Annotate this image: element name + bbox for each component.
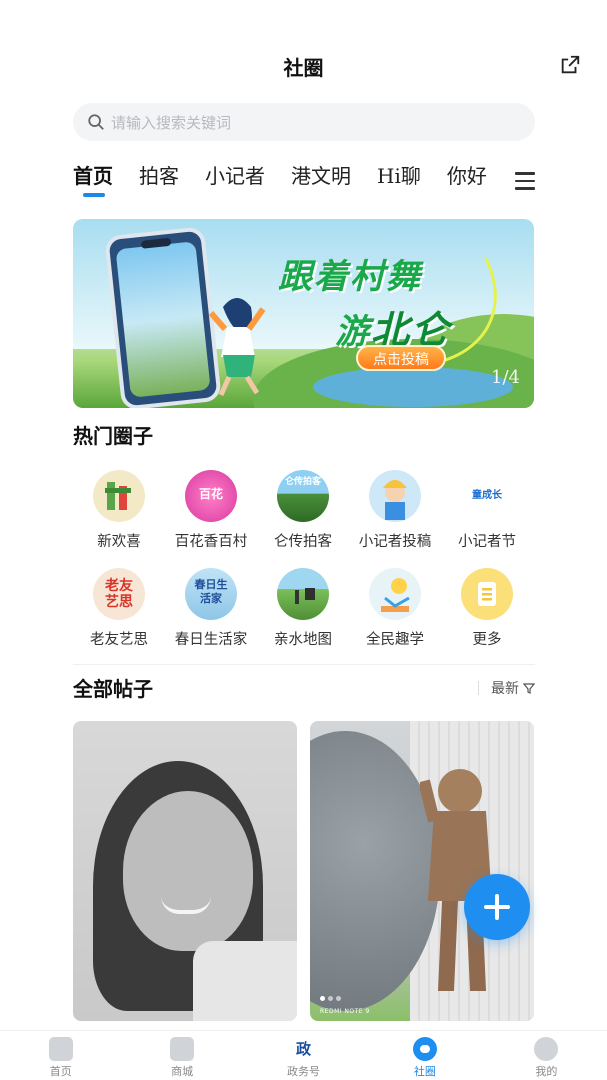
banner-lake [313, 367, 513, 407]
post-card[interactable] [73, 721, 297, 1021]
circle-item-quanmin-quxue[interactable]: 全民趣学 [349, 568, 441, 649]
circle-avatar: 童成长 [461, 470, 513, 522]
filter-icon [523, 683, 535, 694]
page-title: 社圈 [283, 56, 324, 80]
government-icon: 政 [291, 1037, 316, 1061]
top-header: 社圈 [0, 40, 607, 92]
nav-government[interactable]: 政 政务号 [243, 1031, 364, 1080]
carousel-dots [320, 996, 341, 1001]
user-icon [534, 1037, 559, 1061]
nav-community[interactable]: 社圈 [364, 1031, 485, 1080]
circle-avatar [369, 470, 421, 522]
promo-banner[interactable]: 跟着村舞 游北仑 点击投稿 1/4 [73, 219, 534, 408]
tab-gangwenming[interactable]: 港文明 [291, 160, 351, 189]
circle-label: 亲水地图 [274, 632, 332, 648]
hamburger-menu-icon[interactable] [515, 172, 535, 190]
sort-label: 最新 [491, 681, 519, 697]
post-photo-face [123, 791, 253, 951]
nav-profile[interactable]: 我的 [486, 1031, 607, 1080]
circle-item-xiaojizhe-jie[interactable]: 童成长 小记者节 [441, 470, 533, 551]
sort-separator [478, 681, 479, 695]
chat-bubble-icon [412, 1037, 437, 1061]
circle-item-xiaojizhe-tougao[interactable]: 小记者投稿 [349, 470, 441, 551]
circle-label: 小记者节 [458, 534, 516, 550]
circle-item-lunchuan-paike[interactable]: 仑传拍客 仑传拍客 [257, 470, 349, 551]
home-icon [48, 1037, 73, 1061]
banner-headline: 跟着村舞 [278, 257, 422, 297]
tab-hi-chat[interactable]: Hi聊 [377, 160, 421, 189]
circle-avatar [369, 568, 421, 620]
circle-item-xinhuanxi[interactable]: 新欢喜 [73, 470, 165, 551]
post-photo-shirt [193, 941, 297, 1021]
circle-avatar [93, 470, 145, 522]
circle-label: 更多 [472, 632, 502, 648]
circle-avatar: 春日生活家 [185, 568, 237, 620]
nav-mall[interactable]: 商城 [121, 1031, 242, 1080]
circle-avatar [277, 568, 329, 620]
banner-pager: 1/4 [491, 367, 520, 388]
banner-girl-illustration [208, 298, 266, 397]
circle-label: 百花香百村 [174, 534, 248, 550]
circle-label: 仑传拍客 [274, 534, 332, 550]
banner-submit-button[interactable]: 点击投稿 [356, 345, 446, 371]
circle-item-baihuaxiang[interactable]: 百花 百花香百村 [165, 470, 257, 551]
circle-item-laoyou-yisi[interactable]: 老友艺思 老友艺思 [73, 568, 165, 649]
all-posts-title: 全部帖子 [73, 673, 165, 704]
circle-item-more[interactable]: 更多 [441, 568, 533, 649]
circle-label: 春日生活家 [174, 632, 248, 648]
tab-paike[interactable]: 拍客 [139, 160, 179, 189]
circle-avatar: 老友艺思 [93, 568, 145, 620]
section-divider [73, 664, 535, 665]
shopping-bag-icon [170, 1037, 195, 1061]
tab-xiaojizhe[interactable]: 小记者 [205, 160, 265, 189]
tab-home[interactable]: 首页 [73, 160, 113, 197]
more-icon [461, 568, 513, 620]
external-share-icon[interactable] [559, 54, 581, 76]
circle-item-chunri-shenghuojia[interactable]: 春日生活家 春日生活家 [165, 568, 257, 649]
create-post-button[interactable] [464, 874, 530, 940]
search-bar[interactable]: 请输入搜索关键词 [73, 103, 535, 141]
bottom-navigation: 首页 商城 政 政务号 社圈 我的 [0, 1030, 607, 1080]
post-card[interactable]: REDMI NOTE 9 [310, 721, 534, 1021]
circle-item-qinshui-ditu[interactable]: 亲水地图 [257, 568, 349, 649]
category-tabs: 首页 拍客 小记者 港文明 Hi聊 你好 [73, 160, 543, 204]
sort-dropdown[interactable]: 最新 [478, 678, 535, 698]
circle-avatar: 百花 [185, 470, 237, 522]
circle-label: 全民趣学 [366, 632, 424, 648]
circle-label: 老友艺思 [90, 632, 148, 648]
search-icon [88, 114, 104, 130]
circle-avatar: 仑传拍客 [277, 470, 329, 522]
circle-label: 新欢喜 [97, 534, 141, 550]
tab-nihao[interactable]: 你好 [447, 160, 487, 189]
nav-home[interactable]: 首页 [0, 1031, 121, 1080]
search-placeholder: 请输入搜索关键词 [111, 113, 232, 132]
hot-circles-title: 热门圈子 [73, 420, 165, 451]
active-tab-indicator [83, 193, 105, 197]
circle-label: 小记者投稿 [358, 534, 432, 550]
photo-watermark: REDMI NOTE 9 [320, 1008, 370, 1015]
